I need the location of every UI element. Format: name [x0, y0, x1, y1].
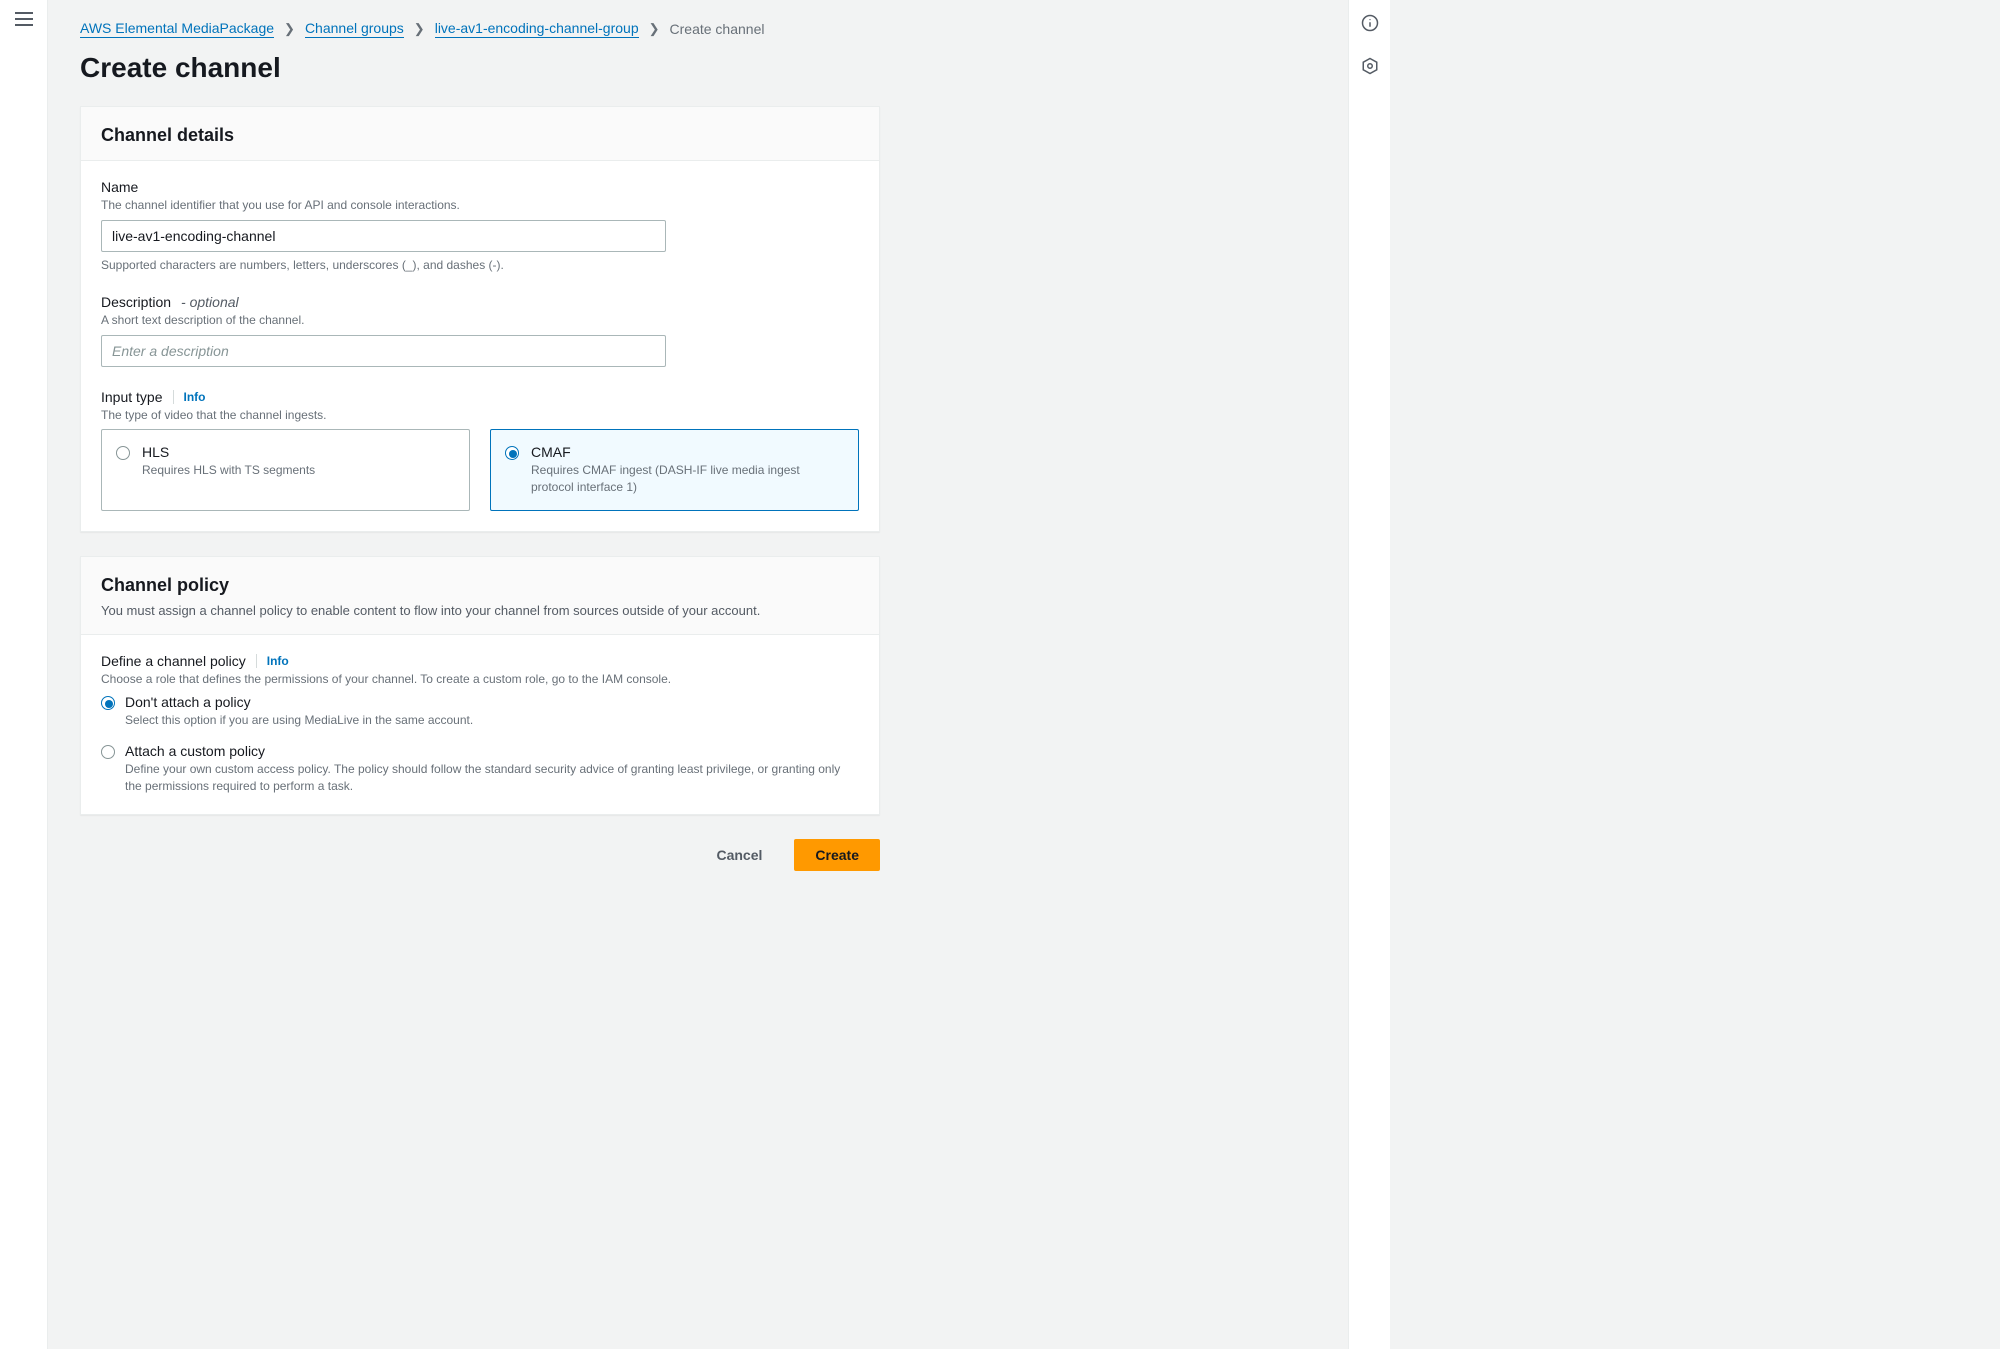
policy-option-none-desc: Select this option if you are using Medi… — [125, 712, 473, 729]
input-type-cmaf-title: CMAF — [531, 444, 842, 460]
policy-option-custom-title: Attach a custom policy — [125, 743, 859, 759]
chevron-right-icon: ❯ — [284, 21, 295, 37]
create-button[interactable]: Create — [794, 839, 880, 871]
name-input[interactable] — [101, 220, 666, 252]
channel-policy-heading: Channel policy — [101, 575, 859, 596]
form-actions: Cancel Create — [80, 839, 880, 871]
channel-policy-subtitle: You must assign a channel policy to enab… — [101, 602, 859, 620]
chevron-right-icon: ❯ — [414, 21, 425, 37]
breadcrumb-service[interactable]: AWS Elemental MediaPackage — [80, 20, 274, 38]
description-hint: A short text description of the channel. — [101, 312, 859, 329]
radio-icon — [101, 696, 115, 710]
channel-details-heading: Channel details — [101, 125, 859, 146]
channel-policy-header: Channel policy You must assign a channel… — [81, 557, 879, 635]
settings-hex-icon[interactable] — [1361, 57, 1379, 78]
input-type-hls-title: HLS — [142, 444, 453, 460]
page-title: Create channel — [80, 52, 1316, 84]
name-field: Name The channel identifier that you use… — [101, 179, 859, 272]
cancel-button[interactable]: Cancel — [696, 839, 782, 871]
input-type-cmaf-tile[interactable]: CMAF Requires CMAF ingest (DASH-IF live … — [490, 429, 859, 511]
radio-icon — [505, 446, 519, 460]
chevron-right-icon: ❯ — [649, 21, 660, 37]
policy-option-custom[interactable]: Attach a custom policy Define your own c… — [101, 743, 859, 795]
description-optional: - optional — [181, 294, 239, 310]
input-type-field: Input type Info The type of video that t… — [101, 389, 859, 511]
input-type-cmaf-desc: Requires CMAF ingest (DASH-IF live media… — [531, 462, 842, 496]
policy-option-none-title: Don't attach a policy — [125, 694, 473, 710]
name-label: Name — [101, 179, 859, 195]
input-type-label: Input type — [101, 389, 163, 405]
input-type-hls-tile[interactable]: HLS Requires HLS with TS segments — [101, 429, 470, 511]
radio-icon — [101, 745, 115, 759]
define-policy-field: Define a channel policy Info Choose a ro… — [101, 653, 859, 794]
left-rail — [0, 0, 48, 1349]
define-policy-info-link[interactable]: Info — [256, 654, 289, 668]
channel-policy-panel: Channel policy You must assign a channel… — [80, 556, 880, 815]
info-icon[interactable] — [1361, 14, 1379, 35]
right-rail — [1348, 0, 1390, 1349]
description-field: Description - optional A short text desc… — [101, 294, 859, 367]
breadcrumb-current: Create channel — [670, 21, 765, 37]
breadcrumb-channel-group[interactable]: live-av1-encoding-channel-group — [435, 20, 639, 38]
name-constraint: Supported characters are numbers, letter… — [101, 258, 859, 272]
channel-details-panel: Channel details Name The channel identif… — [80, 106, 880, 532]
description-label: Description — [101, 294, 171, 310]
radio-icon — [116, 446, 130, 460]
policy-option-none[interactable]: Don't attach a policy Select this option… — [101, 694, 859, 729]
policy-option-custom-desc: Define your own custom access policy. Th… — [125, 761, 859, 795]
breadcrumb-channel-groups[interactable]: Channel groups — [305, 20, 404, 38]
channel-details-header: Channel details — [81, 107, 879, 161]
breadcrumb: AWS Elemental MediaPackage ❯ Channel gro… — [80, 20, 1316, 38]
name-hint: The channel identifier that you use for … — [101, 197, 859, 214]
input-type-hint: The type of video that the channel inges… — [101, 407, 859, 424]
input-type-hls-desc: Requires HLS with TS segments — [142, 462, 453, 479]
define-policy-hint: Choose a role that defines the permissio… — [101, 671, 859, 688]
description-input[interactable] — [101, 335, 666, 367]
menu-toggle-icon[interactable] — [15, 12, 33, 26]
main-content: AWS Elemental MediaPackage ❯ Channel gro… — [48, 0, 1348, 1349]
define-policy-label: Define a channel policy — [101, 653, 246, 669]
input-type-info-link[interactable]: Info — [173, 390, 206, 404]
